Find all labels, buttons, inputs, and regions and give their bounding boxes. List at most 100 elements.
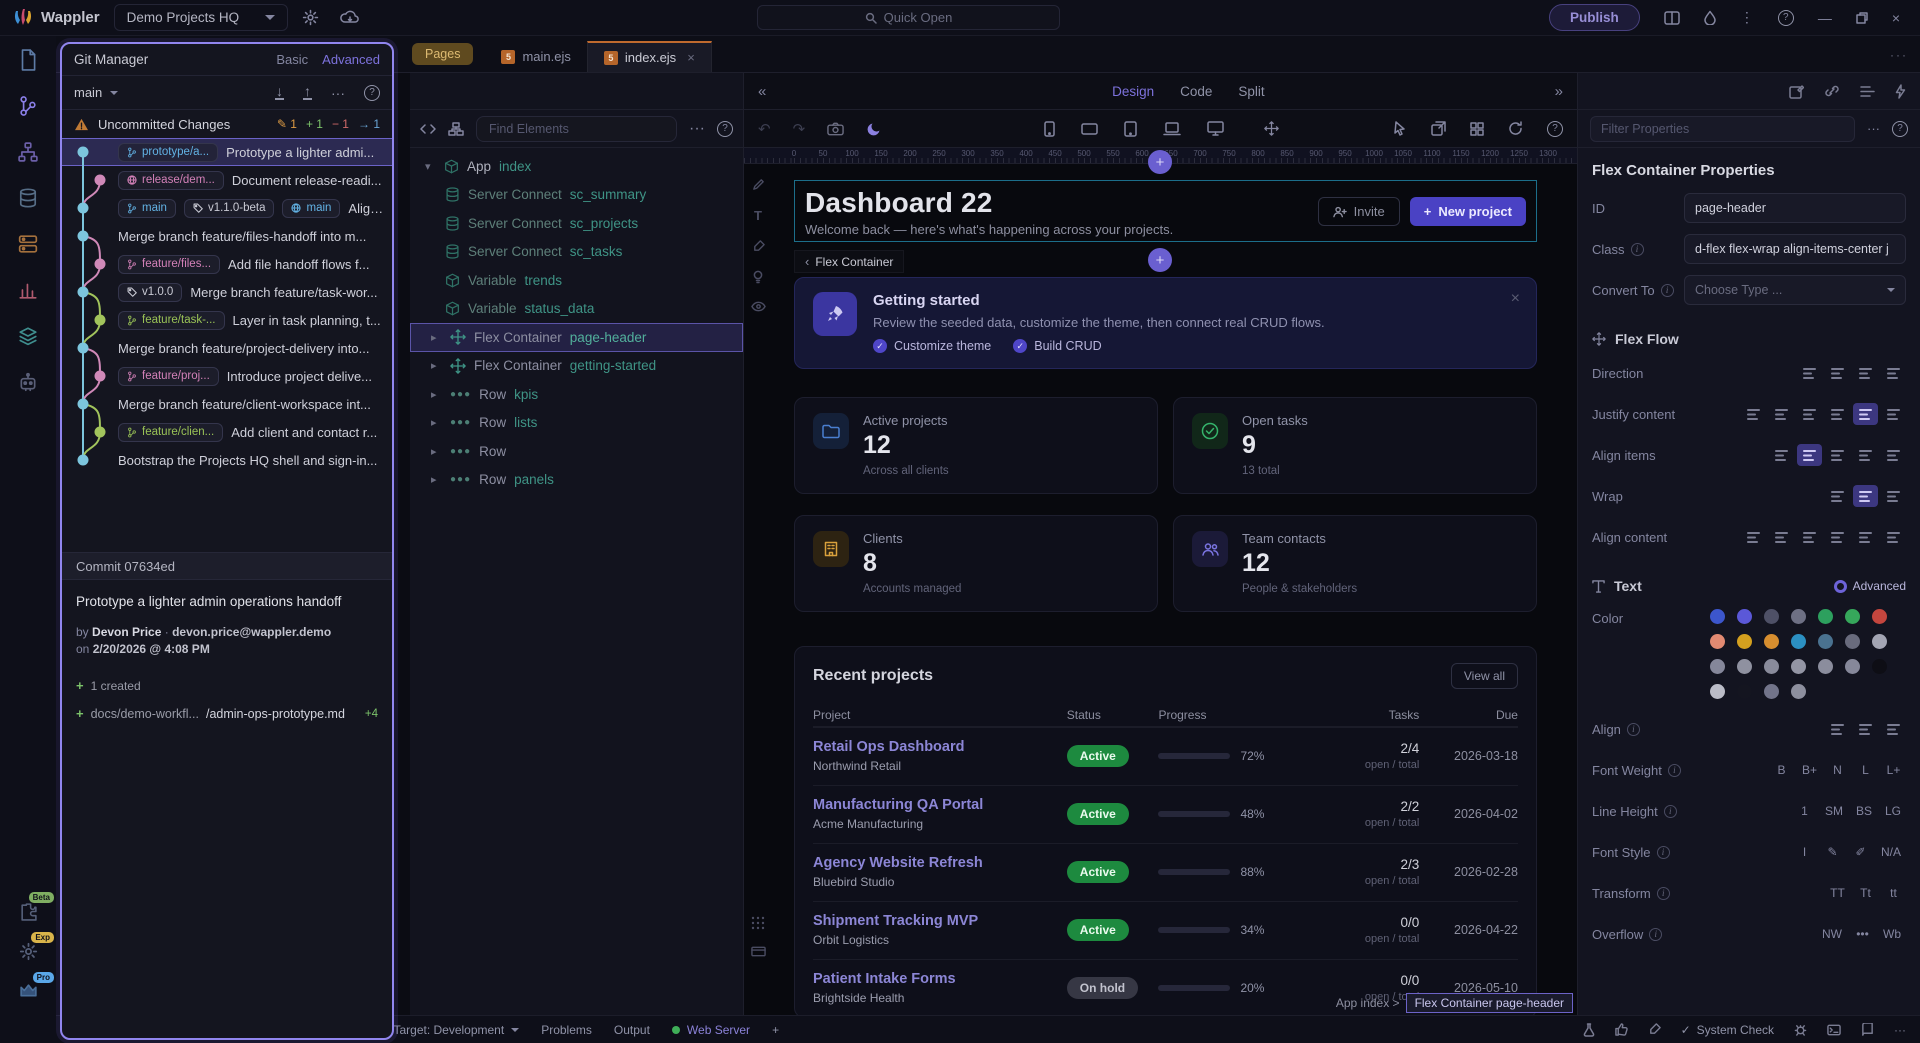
open-browser-icon[interactable] [1431,121,1446,136]
cloud-sync-icon[interactable] [340,10,364,26]
justify-content-options[interactable] [1741,403,1906,425]
text-align-options[interactable] [1825,718,1906,740]
commit-row-selected[interactable]: prototype/a... Prototype a lighter admi.… [62,138,392,166]
tab-split[interactable]: Split [1238,84,1264,99]
tree-item-variable-status-data[interactable]: Variablestatus_data [410,295,743,324]
git-more-icon[interactable]: ··· [331,85,345,101]
find-elements-input[interactable] [476,116,677,142]
design-brush-icon[interactable] [1648,1023,1661,1036]
customize-theme-chip[interactable]: ✓Customize theme [873,339,991,353]
styles-brush-icon[interactable] [752,240,765,253]
color-swatch[interactable] [1710,609,1725,624]
tree-item-row[interactable]: ▸ ●●● Row [410,437,743,466]
table-row[interactable]: Retail Ops DashboardNorthwind Retail Act… [813,727,1518,785]
commit-row[interactable]: feature/task-... Layer in task planning,… [62,306,392,334]
color-swatch[interactable] [1710,684,1725,699]
git-push-icon[interactable]: ↑ [303,86,312,100]
commit-row[interactable]: Bootstrap the Projects HQ shell and sign… [62,446,392,474]
table-row[interactable]: Agency Website RefreshBluebird Studio Ac… [813,843,1518,901]
wrap-options[interactable] [1825,485,1906,507]
table-row[interactable]: Manufacturing QA PortalAcme Manufacturin… [813,785,1518,843]
settings-gear-icon[interactable] [302,9,326,26]
tree-item-getting-started[interactable]: ▸ Flex Containergetting-started [410,352,743,381]
color-swatch[interactable] [1737,634,1752,649]
workflows-icon[interactable] [16,140,40,164]
docs-book-icon[interactable] [1861,1023,1874,1036]
git-help-icon[interactable]: ? [364,85,380,101]
color-swatch[interactable] [1872,659,1887,674]
stat-clients[interactable]: Clients 8 Accounts managed [794,515,1158,612]
quick-open[interactable]: Quick Open [757,5,1060,30]
transform-options[interactable]: TTTttt [1825,882,1906,904]
color-swatch[interactable] [1791,609,1806,624]
color-swatch[interactable] [1737,659,1752,674]
tree-item-sc-summary[interactable]: Server Connectsc_summary [410,181,743,210]
debug-icon[interactable] [1794,1023,1807,1036]
tree-item-sc-projects[interactable]: Server Connectsc_projects [410,209,743,238]
getting-started-card[interactable]: Getting started Review the seeded data, … [794,277,1537,369]
preview-eye-icon[interactable] [751,301,766,312]
pages-button[interactable]: Pages [412,43,473,65]
move-element-icon[interactable] [1264,121,1279,136]
close-icon[interactable]: × [1511,290,1520,308]
add-panel-button[interactable]: + [772,1023,779,1037]
stat-team-contacts[interactable]: Team contacts 12 People & stakeholders [1173,515,1537,612]
screenshot-camera-icon[interactable] [827,122,844,136]
color-swatch[interactable] [1845,609,1860,624]
grid-view-icon[interactable] [1470,122,1484,136]
color-swatch[interactable] [1764,659,1779,674]
edit-element-icon[interactable] [1789,84,1804,99]
refresh-icon[interactable] [1508,121,1523,136]
grid-dots-icon[interactable] [751,916,765,930]
commit-row[interactable]: main v1.1.0-beta main Align... [62,194,392,222]
device-desktop-icon[interactable] [1207,121,1224,136]
edit-pencil-icon[interactable] [752,178,765,191]
window-minimize-button[interactable]: — [1818,10,1832,26]
tree-item-variable-trends[interactable]: Variabletrends [410,266,743,295]
commit-row[interactable]: Merge branch feature/client-workspace in… [62,390,392,418]
color-swatch[interactable] [1791,659,1806,674]
device-landscape-icon[interactable] [1081,123,1098,135]
color-swatch[interactable] [1737,684,1752,699]
commit-row[interactable]: v1.0.0 Merge branch feature/task-wor... [62,278,392,306]
css-list-icon[interactable] [1860,85,1875,98]
tabbar-overflow-icon[interactable]: ··· [1890,48,1908,62]
tree-item-page-header[interactable]: ▸ Flex Containerpage-header [410,323,743,352]
structure-icon[interactable] [448,122,464,136]
breadcrumb-prefix[interactable]: App index > [1336,996,1400,1010]
tree-item-row-panels[interactable]: ▸ ●●● Rowpanels [410,466,743,495]
align-content-options[interactable] [1741,526,1906,548]
git-mode-advanced[interactable]: Advanced [322,52,380,67]
theme-drop-icon[interactable] [1704,10,1716,25]
output-button[interactable]: Output [614,1023,650,1037]
build-crud-chip[interactable]: ✓Build CRUD [1013,339,1101,353]
color-swatch[interactable] [1818,659,1833,674]
publish-button[interactable]: Publish [1549,4,1640,31]
convert-to-select[interactable]: Choose Type ... [1684,275,1906,305]
color-swatch[interactable] [1764,684,1779,699]
color-swatch[interactable] [1791,684,1806,699]
table-row[interactable]: Shipment Tracking MVPOrbit Logistics Act… [813,901,1518,959]
theme-lamp-icon[interactable] [752,270,764,284]
props-more-icon[interactable]: ··· [1867,121,1880,136]
page-header-element[interactable]: Dashboard 22 Welcome back — here's what'… [794,180,1537,242]
lab-flask-icon[interactable] [1583,1023,1595,1037]
pro-features-icon[interactable]: Pro [16,979,40,1003]
id-input[interactable] [1684,193,1906,223]
server-icon[interactable] [16,232,40,256]
panel-layout-icon[interactable] [751,946,766,957]
commit-row[interactable]: feature/clien... Add client and contact … [62,418,392,446]
text-tool-icon[interactable]: T [754,208,762,223]
statusbar-more-icon[interactable]: ··· [1894,1023,1906,1037]
color-swatch[interactable] [1710,659,1725,674]
tab-main-ejs[interactable]: 5 main.ejs [485,41,586,72]
chevron-right-icon[interactable]: ▸ [431,388,442,401]
layers-icon[interactable] [16,324,40,348]
dark-mode-moon-icon[interactable] [866,121,882,137]
class-input[interactable] [1684,234,1906,264]
dynamic-lightning-icon[interactable] [1895,84,1906,99]
tree-item-row-lists[interactable]: ▸ ●●● Rowlists [410,409,743,438]
props-help-icon[interactable]: ? [1892,121,1908,137]
stat-open-tasks[interactable]: Open tasks 9 13 total [1173,397,1537,494]
uncommitted-changes-row[interactable]: Uncommitted Changes ✎ 1 + 1 − 1 → 1 [62,110,392,138]
